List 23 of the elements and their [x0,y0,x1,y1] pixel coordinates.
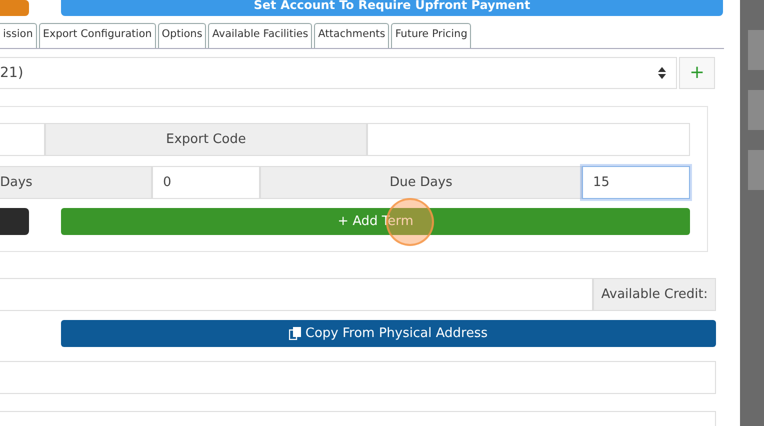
dark-button[interactable] [0,208,29,235]
credit-field[interactable] [0,278,593,311]
sort-caret-icon [658,67,666,79]
tab[interactable]: Available Facilities [208,23,312,48]
tab[interactable]: Options [158,23,206,48]
due-days-label: Due Days [260,166,582,199]
due-days-field[interactable]: 15 [582,166,690,199]
tab[interactable]: ission [0,23,37,48]
tab[interactable]: Export Configuration [38,23,156,48]
days-field[interactable]: 0 [152,166,260,199]
address-field[interactable] [0,361,716,394]
account-select[interactable]: 21) [0,57,677,89]
copy-icon [289,327,302,340]
copy-address-button[interactable]: Copy From Physical Address [61,320,716,347]
input-field[interactable] [0,123,45,156]
add-term-button[interactable]: + Add Term [61,208,690,235]
action-button[interactable] [0,0,29,16]
days-label: Days [0,166,152,199]
export-code-field[interactable] [367,123,690,156]
export-code-label: Export Code [45,123,367,156]
tab[interactable]: Future Pricing [391,23,472,48]
available-credit-label: Available Credit: [593,278,716,311]
tab[interactable]: Attachments [314,23,390,48]
